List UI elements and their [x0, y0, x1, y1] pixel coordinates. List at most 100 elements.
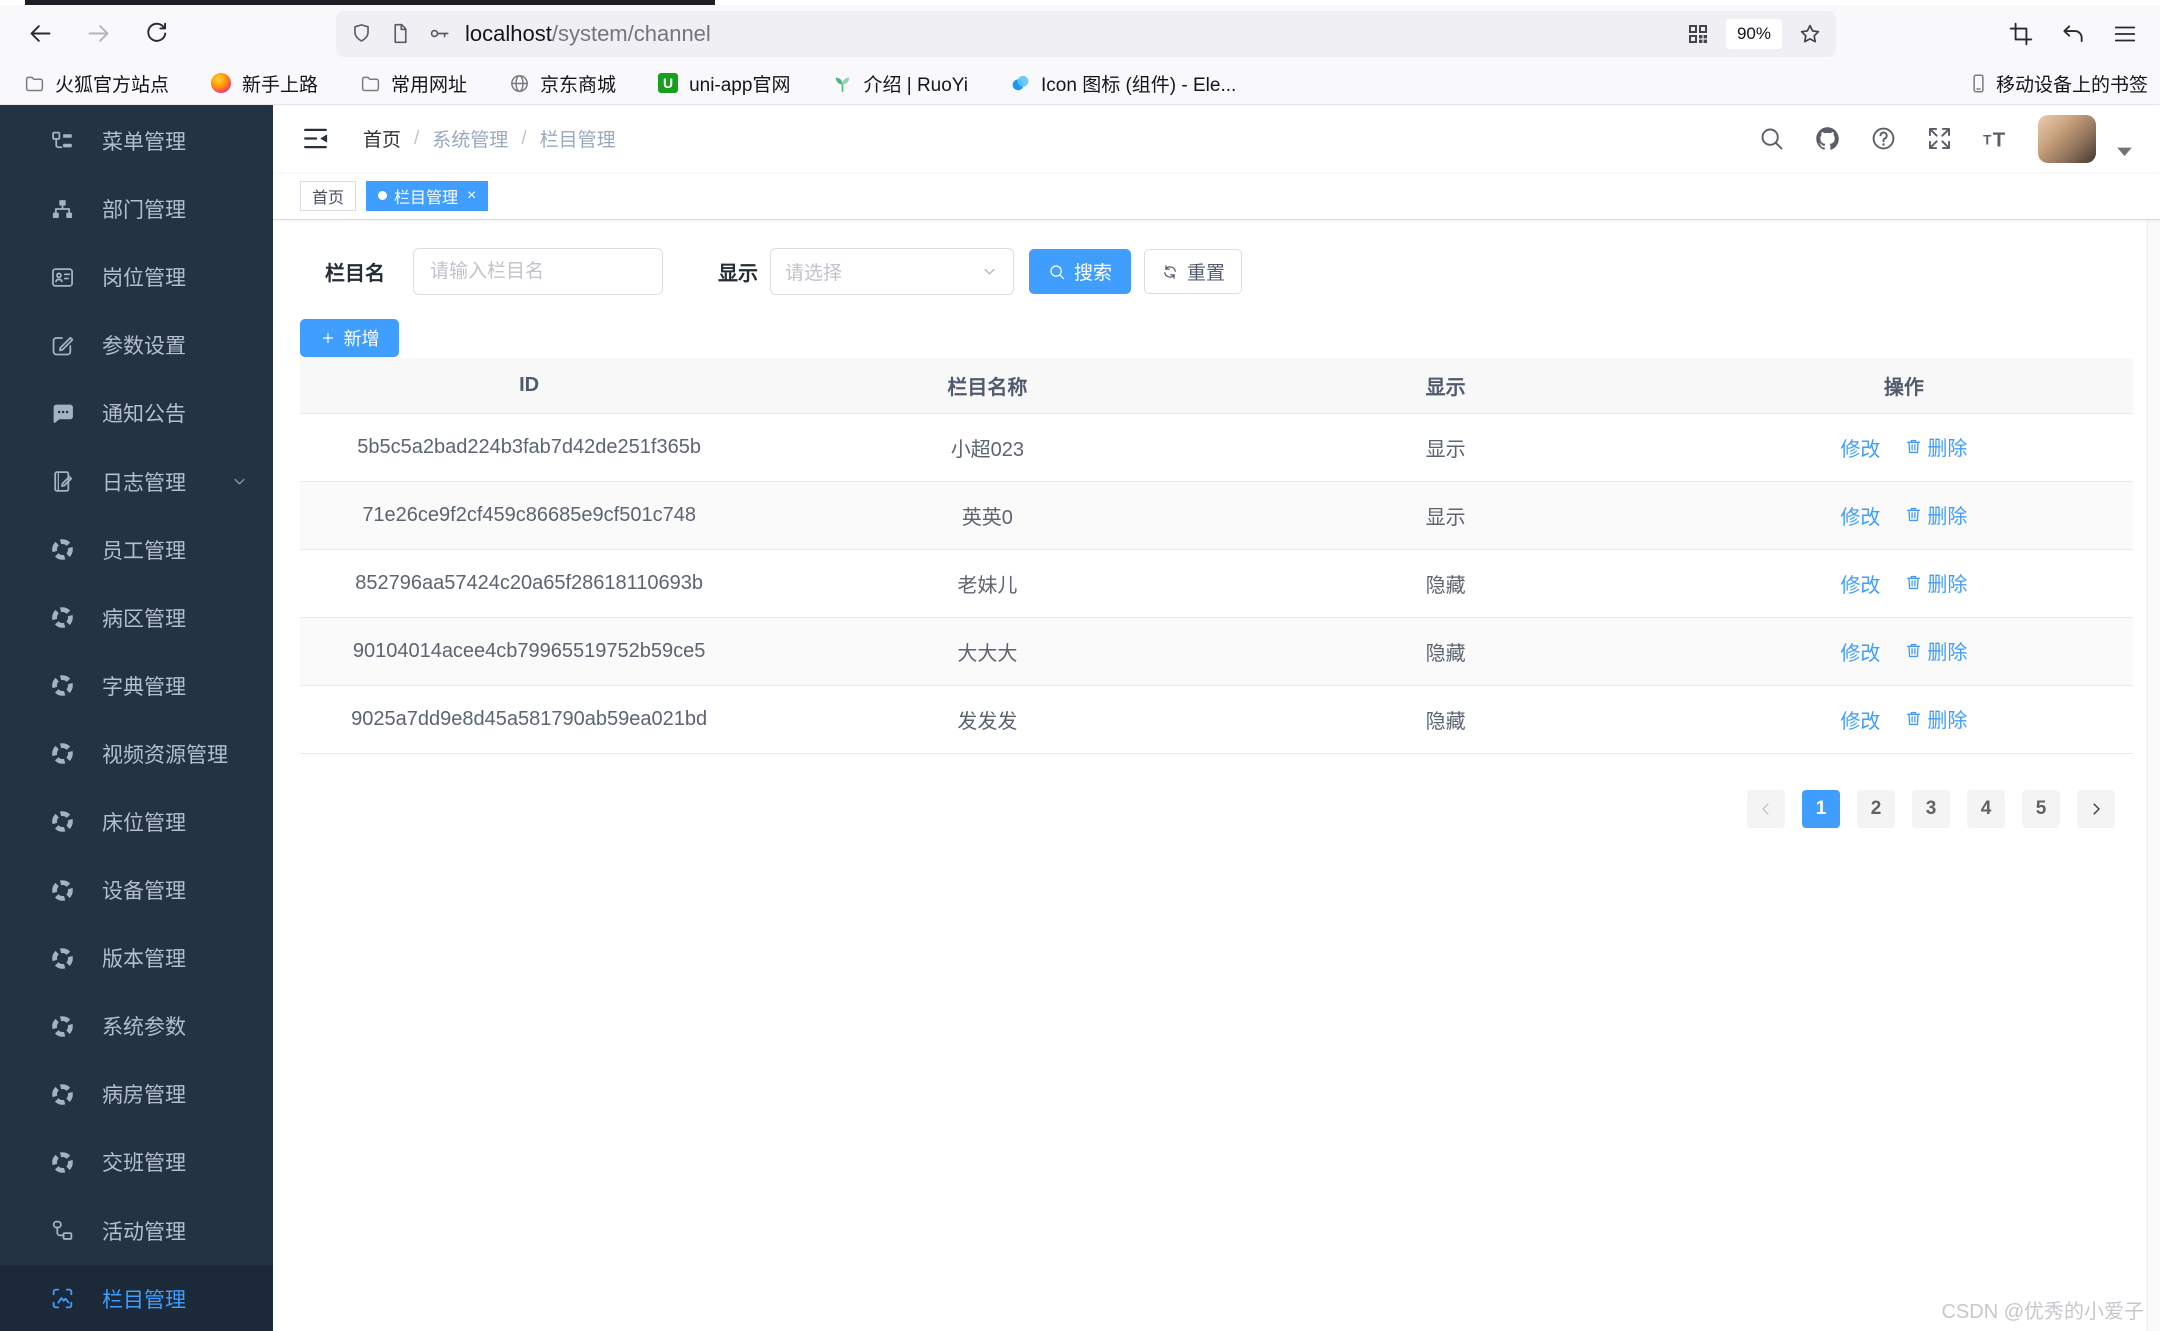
- bookmark-item[interactable]: 火狐官方站点: [24, 70, 169, 97]
- breadcrumb-system[interactable]: 系统管理: [432, 125, 508, 152]
- avatar[interactable]: [2038, 114, 2096, 163]
- sidebar-item[interactable]: 通知公告: [0, 379, 273, 447]
- sidebar-item[interactable]: 系统参数: [0, 992, 273, 1060]
- screenshot-icon[interactable]: [2008, 21, 2034, 47]
- help-icon[interactable]: [1870, 125, 1897, 152]
- bookmark-item[interactable]: 京东商城: [509, 70, 616, 97]
- chevron-right-icon: [2087, 800, 2105, 818]
- sidebar-item[interactable]: 员工管理: [0, 516, 273, 584]
- bookmarks-list: 火狐官方站点 新手上路 常用网址 京东商城 Uuni-app官网 介绍 | RuoYi Ic…: [24, 70, 1236, 97]
- display-select[interactable]: 请选择: [770, 248, 1014, 295]
- bookmark-label: 新手上路: [242, 74, 319, 96]
- sidebar-item[interactable]: 交班管理: [0, 1128, 273, 1196]
- bookmark-label: 常用网址: [391, 74, 468, 96]
- caret-down-icon[interactable]: [2111, 138, 2138, 165]
- browser-menu-icon[interactable]: [2112, 21, 2138, 47]
- address-bar[interactable]: localhost/system/channel 90%: [336, 10, 1836, 57]
- sidebar-item[interactable]: 部门管理: [0, 175, 273, 243]
- sidebar-item[interactable]: 病区管理: [0, 584, 273, 652]
- trash-icon: [1904, 641, 1923, 660]
- bookmark-label: Icon 图标 (组件) - Ele...: [1041, 74, 1237, 96]
- sidebar-item[interactable]: 栏目管理: [0, 1264, 273, 1331]
- edit-link[interactable]: 修改: [1840, 705, 1880, 734]
- bookmark-item[interactable]: 新手上路: [211, 70, 318, 97]
- sidebar-item[interactable]: 菜单管理: [0, 107, 273, 175]
- sidebar-item[interactable]: 床位管理: [0, 788, 273, 856]
- bookmark-item[interactable]: 介绍 | RuoYi: [832, 70, 968, 97]
- add-button[interactable]: 新增: [300, 319, 399, 357]
- sidebar-item[interactable]: 参数设置: [0, 311, 273, 379]
- delete-link[interactable]: 删除: [1904, 568, 1967, 597]
- sidebar-item[interactable]: 日志管理: [0, 447, 273, 515]
- pagination-page-button[interactable]: 5: [2022, 789, 2060, 828]
- sidebar-item[interactable]: 岗位管理: [0, 243, 273, 311]
- back-button[interactable]: [18, 12, 62, 56]
- address-bar-actions: 90%: [1686, 18, 1822, 49]
- sidebar-item-label: 部门管理: [102, 199, 186, 223]
- reset-button-label: 重置: [1186, 263, 1225, 284]
- channel-name-input[interactable]: [413, 248, 663, 295]
- sidebar-item[interactable]: 字典管理: [0, 652, 273, 720]
- scrollbar[interactable]: [2147, 105, 2160, 1331]
- device-bookmarks[interactable]: 移动设备上的书签: [1968, 70, 2160, 97]
- chevron-down-icon: [230, 472, 249, 491]
- edit-link[interactable]: 修改: [1840, 637, 1880, 666]
- pagination-page-button[interactable]: 3: [1912, 789, 1950, 828]
- edit-link[interactable]: 修改: [1840, 501, 1880, 530]
- breadcrumb-separator: /: [521, 127, 527, 149]
- cell-actions: 修改 删除: [1674, 685, 2133, 754]
- tab-channel-management[interactable]: 栏目管理 ×: [366, 180, 489, 211]
- pagination-page-button[interactable]: 2: [1857, 789, 1895, 828]
- bookmark-item[interactable]: 常用网址: [360, 70, 467, 97]
- qr-code-icon[interactable]: [1686, 22, 1710, 46]
- fullscreen-icon[interactable]: [1926, 125, 1953, 152]
- sidebar-item[interactable]: 视频资源管理: [0, 720, 273, 788]
- shield-icon[interactable]: [350, 22, 373, 45]
- bookmark-item[interactable]: Uuni-app官网: [658, 70, 790, 97]
- font-size-icon[interactable]: TT: [1982, 125, 2009, 152]
- picture-icon: [50, 1286, 75, 1311]
- breadcrumb-home[interactable]: 首页: [363, 125, 401, 152]
- pagination-page-button[interactable]: 4: [1967, 789, 2005, 828]
- edit-link[interactable]: 修改: [1840, 433, 1880, 462]
- delete-link[interactable]: 删除: [1904, 704, 1967, 733]
- sidebar-collapse-icon[interactable]: [300, 123, 331, 154]
- device-bookmarks-label: 移动设备上的书签: [1995, 74, 2148, 96]
- delete-link[interactable]: 删除: [1904, 500, 1967, 529]
- github-icon[interactable]: [1814, 125, 1841, 152]
- pagination-page-button[interactable]: 1: [1802, 789, 1840, 828]
- key-icon[interactable]: [428, 22, 451, 45]
- chevron-left-icon: [1757, 800, 1775, 818]
- pagination-next-button[interactable]: [2077, 789, 2115, 828]
- message-icon: [50, 401, 75, 426]
- cell-name: 发发发: [758, 685, 1217, 754]
- search-icon[interactable]: [1758, 125, 1785, 152]
- edit-link[interactable]: 修改: [1840, 569, 1880, 598]
- reload-button[interactable]: [134, 12, 178, 56]
- bookmark-item[interactable]: Icon 图标 (组件) - Ele...: [1010, 70, 1236, 97]
- undo-arrow-icon[interactable]: [2060, 21, 2086, 47]
- zoom-level-badge[interactable]: 90%: [1725, 18, 1782, 49]
- reset-button[interactable]: 重置: [1144, 249, 1242, 294]
- page-info-icon[interactable]: [389, 22, 412, 45]
- delete-link[interactable]: 删除: [1904, 432, 1967, 461]
- table-header-row: ID 栏目名称 显示 操作: [300, 358, 2133, 414]
- sidebar-item-label: 字典管理: [102, 675, 186, 699]
- refresh-icon: [1161, 263, 1179, 281]
- sidebar-item[interactable]: 病房管理: [0, 1060, 273, 1128]
- delete-link[interactable]: 删除: [1904, 636, 1967, 665]
- sidebar-item[interactable]: 活动管理: [0, 1197, 273, 1265]
- sidebar-item[interactable]: 版本管理: [0, 924, 273, 992]
- forward-button[interactable]: [76, 12, 120, 56]
- tab-home[interactable]: 首页: [300, 180, 357, 211]
- sidebar-item-label: 菜单管理: [102, 131, 186, 155]
- activity-icon: [50, 1218, 75, 1243]
- delete-link-label: 删除: [1927, 574, 1968, 596]
- bookmark-star-icon[interactable]: [1798, 22, 1822, 46]
- sidebar-item[interactable]: 设备管理: [0, 856, 273, 924]
- tab-close-icon[interactable]: ×: [467, 187, 476, 204]
- pagination-prev-button[interactable]: [1747, 789, 1785, 828]
- tab-channel-label: 栏目管理: [394, 189, 459, 207]
- search-button[interactable]: 搜索: [1029, 249, 1131, 294]
- delete-link-label: 删除: [1927, 438, 1968, 460]
